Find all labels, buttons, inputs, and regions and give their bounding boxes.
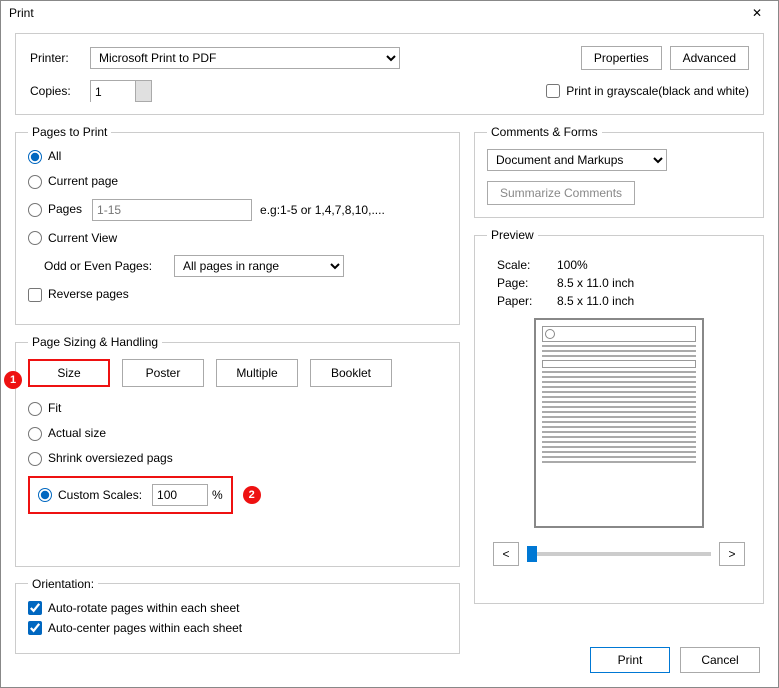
print-button[interactable]: Print [590,647,670,673]
pages-to-print-group: Pages to Print All Current page Pages e.… [15,125,460,325]
auto-center-checkbox[interactable] [28,621,42,635]
properties-button[interactable]: Properties [581,46,662,70]
printer-panel: Printer: Microsoft Print to PDF Properti… [15,33,764,115]
auto-rotate-checkbox[interactable] [28,601,42,615]
reverse-checkbox[interactable] [28,288,42,302]
document-preview [534,318,704,528]
booklet-button[interactable]: Booklet [310,359,392,387]
orientation-legend: Orientation: [28,577,98,591]
printer-label: Printer: [30,51,90,65]
radio-actual[interactable]: Actual size [28,426,106,441]
custom-scale-input[interactable] [152,484,208,506]
sizing-group: Page Sizing & Handling 1 Size Poster Mul… [15,335,460,566]
close-icon: ✕ [752,6,762,20]
comments-group: Comments & Forms Document and Markups Su… [474,125,764,218]
multiple-button[interactable]: Multiple [216,359,298,387]
odd-even-label: Odd or Even Pages: [44,259,174,273]
grayscale-checkbox-label[interactable]: Print in grayscale(black and white) [546,84,749,98]
pages-input[interactable] [92,199,252,221]
titlebar: Print ✕ [1,1,778,25]
scale-label: Scale: [497,258,557,272]
preview-prev-button[interactable]: < [493,542,519,566]
copies-label: Copies: [30,84,90,98]
radio-pages[interactable]: Pages [28,202,82,217]
summarize-button[interactable]: Summarize Comments [487,181,635,205]
reverse-checkbox-label[interactable]: Reverse pages [28,287,129,302]
odd-even-select[interactable]: All pages in range [174,255,344,277]
slider-thumb[interactable] [527,546,537,562]
page-value: 8.5 x 11.0 inch [557,276,634,290]
printer-select[interactable]: Microsoft Print to PDF [90,47,400,69]
copies-input[interactable] [91,81,135,103]
cancel-button[interactable]: Cancel [680,647,760,673]
page-label: Page: [497,276,557,290]
size-button[interactable]: Size [28,359,110,387]
custom-scale-highlight: Custom Scales: % [28,476,233,514]
scale-value: 100% [557,258,588,272]
radio-current-view[interactable]: Current View [28,231,117,246]
auto-center-label[interactable]: Auto-center pages within each sheet [28,621,447,635]
window-title: Print [9,6,742,20]
radio-current-page[interactable]: Current page [28,174,118,189]
close-button[interactable]: ✕ [742,3,772,23]
poster-button[interactable]: Poster [122,359,204,387]
percent-label: % [212,488,223,502]
preview-group: Preview Scale:100% Page:8.5 x 11.0 inch … [474,228,764,604]
radio-custom[interactable]: Custom Scales: [38,488,142,502]
copies-spinner[interactable] [135,81,151,101]
pages-to-print-legend: Pages to Print [28,125,111,139]
copies-stepper[interactable] [90,80,152,102]
preview-slider[interactable] [527,552,711,556]
grayscale-checkbox[interactable] [546,84,560,98]
comments-select[interactable]: Document and Markups [487,149,667,171]
comments-legend: Comments & Forms [487,125,602,139]
orientation-group: Orientation: Auto-rotate pages within ea… [15,577,460,654]
radio-fit[interactable]: Fit [28,401,61,416]
annotation-badge-2: 2 [243,486,261,504]
preview-legend: Preview [487,228,538,242]
chevron-right-icon: > [728,547,735,561]
annotation-badge-1: 1 [4,371,22,389]
radio-shrink[interactable]: Shrink oversiezed pags [28,451,173,466]
preview-next-button[interactable]: > [719,542,745,566]
auto-rotate-label[interactable]: Auto-rotate pages within each sheet [28,601,447,615]
paper-value: 8.5 x 11.0 inch [557,294,634,308]
pages-hint: e.g:1-5 or 1,4,7,8,10,.... [260,203,385,217]
sizing-legend: Page Sizing & Handling [28,335,162,349]
advanced-button[interactable]: Advanced [670,46,749,70]
radio-all[interactable]: All [28,149,61,164]
chevron-left-icon: < [502,547,509,561]
paper-label: Paper: [497,294,557,308]
